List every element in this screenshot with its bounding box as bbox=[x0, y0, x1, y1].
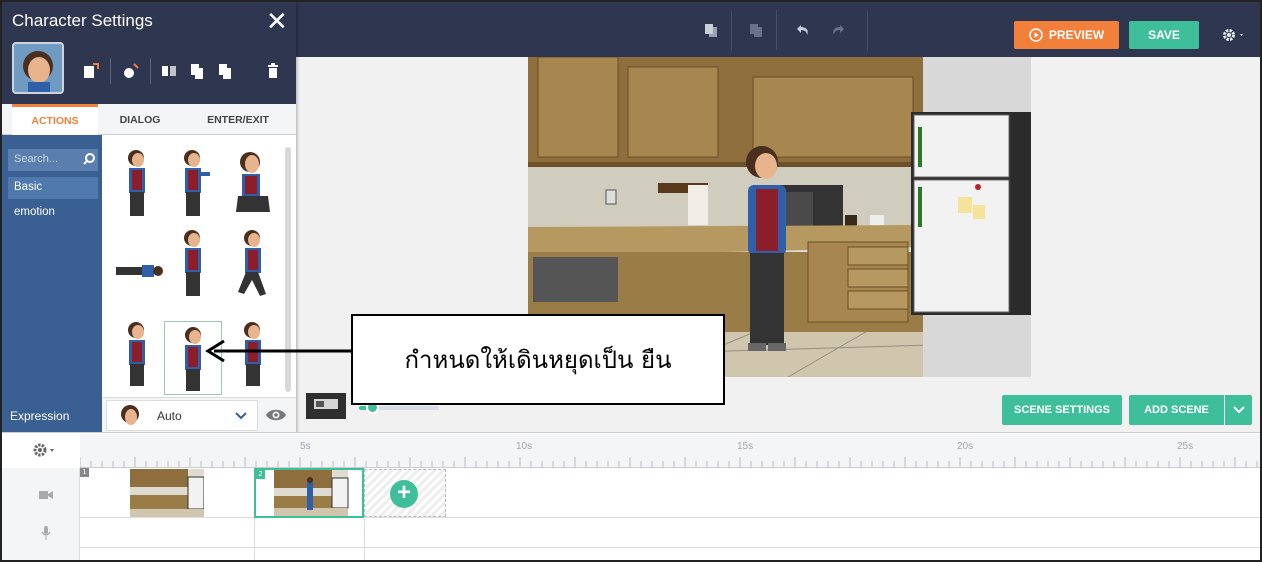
chevron-down-icon bbox=[1232, 406, 1245, 414]
copy-character-icon[interactable] bbox=[186, 60, 208, 82]
avatar[interactable] bbox=[12, 42, 64, 94]
add-scene-button[interactable]: ADD SCENE bbox=[1129, 395, 1224, 425]
action-pose-3[interactable] bbox=[224, 147, 280, 219]
action-pose-6[interactable] bbox=[224, 227, 280, 299]
expression-label: Expression bbox=[2, 397, 102, 434]
app-window: PREVIEW SAVE SCENE SETTINGS ADD SCENE Ch… bbox=[0, 0, 1262, 562]
category-emotion[interactable]: emotion bbox=[8, 202, 98, 224]
preview-label: PREVIEW bbox=[1048, 28, 1105, 42]
gear-icon bbox=[1223, 29, 1243, 41]
scene-number-2: 2 bbox=[256, 470, 265, 479]
paste-icon[interactable] bbox=[741, 16, 771, 44]
camera-track-icon bbox=[39, 487, 53, 499]
ruler-label-20s: 20s bbox=[957, 441, 974, 452]
track-icons bbox=[2, 468, 80, 560]
action-pose-2[interactable] bbox=[166, 147, 222, 219]
tab-enter-exit[interactable]: ENTER/EXIT bbox=[182, 104, 294, 135]
save-button[interactable]: SAVE bbox=[1129, 21, 1199, 49]
scene-thumbnail-1[interactable] bbox=[130, 469, 204, 517]
action-pose-5[interactable] bbox=[166, 227, 222, 299]
category-basic[interactable]: Basic bbox=[8, 177, 98, 199]
annotation-arrow bbox=[205, 339, 352, 363]
scene-thumbnail-preview bbox=[306, 393, 346, 419]
timeline-settings[interactable] bbox=[30, 440, 60, 460]
tab-dialog[interactable]: DIALOG bbox=[102, 104, 178, 135]
play-circle-icon bbox=[1029, 28, 1043, 42]
ruler-label-5s: 5s bbox=[300, 441, 311, 452]
scene-thumbnail-2-selected[interactable] bbox=[254, 468, 364, 518]
chevron-down-icon[interactable] bbox=[235, 409, 247, 423]
search-icon[interactable] bbox=[82, 152, 96, 166]
edit-character-icon[interactable] bbox=[120, 60, 142, 82]
eye-icon[interactable] bbox=[264, 406, 288, 424]
action-pose-1[interactable] bbox=[110, 147, 166, 219]
tab-actions[interactable]: ACTIONS bbox=[12, 104, 98, 135]
ruler-label-15s: 15s bbox=[737, 441, 754, 452]
gear-icon bbox=[33, 443, 54, 457]
trash-icon[interactable] bbox=[262, 60, 284, 82]
redo-icon[interactable] bbox=[823, 16, 853, 44]
copy-icon[interactable] bbox=[696, 16, 726, 44]
scene-number-1: 1 bbox=[80, 468, 89, 477]
ruler-label-10s: 10s bbox=[516, 441, 533, 452]
action-pose-7[interactable] bbox=[110, 315, 166, 387]
swap-character-icon[interactable] bbox=[80, 60, 102, 82]
paste-character-icon[interactable] bbox=[214, 60, 236, 82]
ruler-ticks bbox=[80, 457, 1258, 467]
add-scene-dropdown[interactable] bbox=[1225, 395, 1252, 425]
action-pose-4[interactable] bbox=[110, 235, 166, 307]
microphone-icon bbox=[40, 526, 52, 540]
expression-face-icon bbox=[118, 404, 142, 428]
close-icon[interactable]: ✕ bbox=[266, 8, 288, 34]
undo-icon[interactable] bbox=[788, 16, 818, 44]
panel-title: Character Settings bbox=[12, 11, 153, 30]
add-scene-plus-button[interactable]: + bbox=[390, 480, 418, 508]
scene-settings-button[interactable]: SCENE SETTINGS bbox=[1002, 395, 1122, 425]
settings-menu[interactable] bbox=[1214, 23, 1254, 47]
preview-button[interactable]: PREVIEW bbox=[1014, 21, 1119, 49]
ruler-label-25s: 25s bbox=[1177, 441, 1194, 452]
annotation-callout: กำหนดให้เดินหยุดเป็น ยืน bbox=[351, 314, 725, 405]
flip-icon[interactable] bbox=[158, 60, 180, 82]
